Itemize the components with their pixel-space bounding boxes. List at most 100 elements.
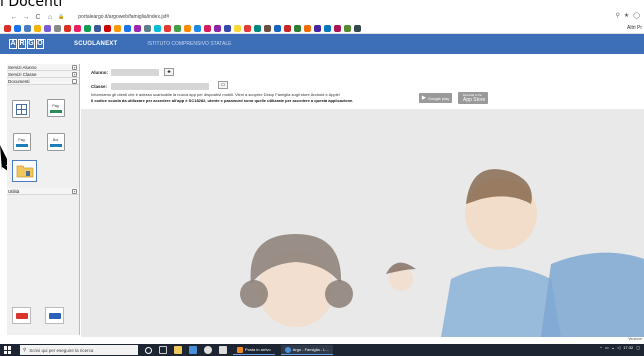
bookmark-icon[interactable] [234, 24, 241, 32]
windows-taskbar: ⚲ Scrivi qui per eseguire la ricerca Pos… [0, 344, 644, 356]
bookmark-icon[interactable] [334, 24, 341, 32]
bookmark-icon[interactable] [144, 24, 151, 32]
profile-icon[interactable]: ◯ [633, 12, 640, 19]
volume-icon[interactable]: ◁ [617, 345, 620, 350]
bookmark-icon[interactable] [84, 24, 91, 32]
clock[interactable]: 17:32 [623, 345, 633, 350]
switch-student-button[interactable]: ♣ [164, 68, 174, 76]
forward-icon[interactable]: → [22, 14, 30, 21]
bookmark-icon[interactable] [254, 24, 261, 32]
app-store-button[interactable]: Download on the App Store [458, 92, 489, 104]
cortana-icon[interactable] [145, 346, 152, 354]
grid-icon [15, 103, 27, 115]
bookmark-icon[interactable] [224, 24, 231, 32]
bookmark-icon[interactable] [14, 24, 21, 32]
bookmark-icon[interactable] [174, 24, 181, 32]
blue-app-button[interactable] [45, 307, 64, 324]
bookmark-icon[interactable] [294, 24, 301, 32]
bookmark-icon[interactable] [134, 24, 141, 32]
classe-label: Classe: [91, 84, 108, 89]
reload-icon[interactable]: C [34, 14, 42, 21]
bookmark-icon[interactable] [124, 24, 131, 32]
expand-icon[interactable]: + [72, 189, 77, 194]
mail-icon [237, 346, 243, 353]
bookmark-icon[interactable] [164, 24, 171, 32]
alunno-label: Alunno: [91, 70, 108, 75]
bookmark-icon[interactable] [314, 24, 321, 32]
sidebar: Servizi Alunno + Servizi Classe + Docume… [7, 64, 80, 335]
chrome-icon [284, 346, 291, 353]
sidebar-item-servizi-classe[interactable]: Servizi Classe + [7, 71, 79, 78]
taskbar-app-argo[interactable]: Argo - Famiglia - L... [280, 345, 333, 355]
product-name: SCUOLANEXT [74, 41, 118, 47]
battery-icon[interactable]: ▭ [605, 345, 609, 350]
network-icon[interactable]: ◒ [612, 345, 614, 350]
expand-icon[interactable]: + [72, 65, 77, 70]
zoom-icon[interactable]: ⚲ [615, 12, 619, 19]
chrome-icon[interactable] [204, 346, 212, 354]
bookmark-icon[interactable] [64, 24, 71, 32]
bookmark-icon[interactable] [274, 24, 281, 32]
classe-value [111, 83, 209, 90]
bookmark-icon[interactable] [244, 24, 251, 32]
bookmark-icon[interactable] [4, 24, 11, 32]
play-icon: ▶ [422, 95, 426, 101]
bookmark-icon[interactable] [214, 24, 221, 32]
taskbar-search-input[interactable]: ⚲ Scrivi qui per eseguire la ricerca [20, 345, 138, 355]
bookmark-icon[interactable] [284, 24, 291, 32]
bookmarks-bar: Altri Pr [0, 23, 644, 34]
taskbar-app-mail[interactable]: Posta in arrivo [233, 345, 275, 355]
calculator-icon[interactable] [219, 346, 227, 354]
document-grid-button[interactable] [12, 100, 30, 118]
sidebar-item-utility[interactable]: Utilità + [7, 188, 79, 195]
pagelle-button[interactable]: Pag. [47, 99, 65, 117]
bollettino-button[interactable]: Bol. [47, 133, 65, 151]
sidebar-item-documenti[interactable]: Documenti - [7, 78, 79, 85]
star-icon[interactable]: ★ [624, 12, 629, 19]
file-explorer-icon[interactable] [174, 346, 182, 354]
folder-button[interactable] [12, 160, 37, 182]
notifications-icon[interactable]: ▢ [636, 345, 640, 350]
bookmark-icon[interactable] [94, 24, 101, 32]
main-panel: Alunno: ♣ Classe: ▭ Informiamo gli utent… [81, 64, 644, 337]
chevron-up-icon[interactable]: ^ [600, 345, 602, 350]
bookmark-icon[interactable] [354, 24, 361, 32]
bookmark-icon[interactable] [264, 24, 271, 32]
school-code-message: Il codice scuola da utilizzare per acced… [91, 98, 354, 103]
bookmark-icon[interactable] [304, 24, 311, 32]
back-icon[interactable]: ← [10, 14, 18, 21]
bookmark-icon[interactable] [184, 24, 191, 32]
bookmark-icon[interactable] [194, 24, 201, 32]
bookmark-icon[interactable] [104, 24, 111, 32]
school-name: ISTITUTO COMPRENSIVO STATALE [147, 41, 232, 47]
url-field[interactable]: portaleargo.it/argoweb/famiglia/index.js… [78, 14, 169, 20]
bookmark-icon[interactable] [74, 24, 81, 32]
task-view-icon[interactable] [159, 346, 167, 354]
bookmark-icon[interactable] [114, 24, 121, 32]
folder-icon [16, 165, 33, 178]
bookmark-icon[interactable] [44, 24, 51, 32]
bookmark-icon[interactable] [34, 24, 41, 32]
version-label: Versione [628, 337, 642, 341]
bookmark-icon[interactable] [24, 24, 31, 32]
windows-start-icon[interactable] [4, 346, 12, 354]
google-play-button[interactable]: ▶ Google play [419, 93, 453, 103]
bookmark-icon[interactable] [204, 24, 211, 32]
bookmark-icon[interactable] [324, 24, 331, 32]
argo-logo: A R G O [9, 39, 44, 49]
home-icon[interactable]: ⌂ [46, 14, 54, 21]
expand-icon[interactable]: + [72, 72, 77, 77]
browser-address-bar: ← → C ⌂ 🔒 portaleargo.it/argoweb/famigli… [0, 11, 644, 23]
red-app-button[interactable] [12, 307, 31, 324]
alunno-value [111, 69, 159, 76]
bookmark-icon[interactable] [154, 24, 161, 32]
student-info-box: Alunno: ♣ Classe: ▭ Informiamo gli utent… [81, 64, 644, 109]
sidebar-item-servizi-alunno[interactable]: Servizi Alunno + [7, 64, 79, 71]
pagelle-button-2[interactable]: Pag. [13, 133, 31, 151]
other-bookmarks[interactable]: Altri Pr [627, 25, 642, 31]
bookmark-icon[interactable] [344, 24, 351, 32]
collapse-icon[interactable]: - [72, 79, 77, 84]
bookmark-icon[interactable] [54, 24, 61, 32]
class-details-button[interactable]: ▭ [218, 81, 228, 89]
store-icon[interactable] [189, 346, 197, 354]
